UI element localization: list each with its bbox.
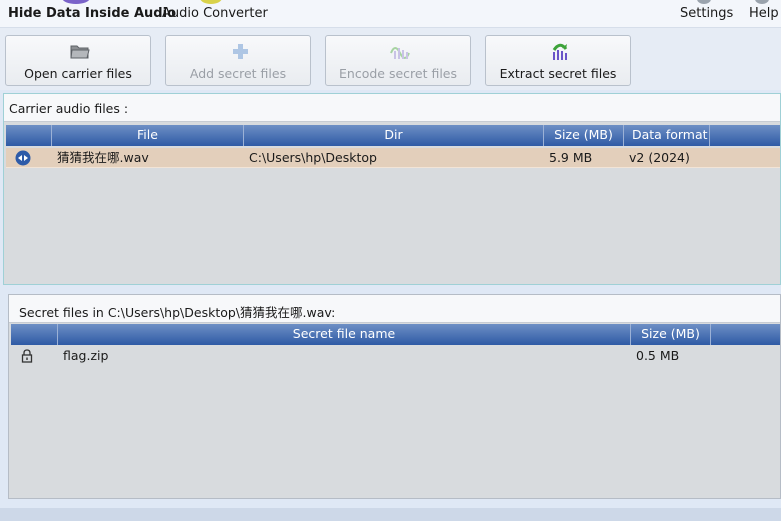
carrier-icon-column-header — [6, 125, 52, 146]
carrier-files-panel: Carrier audio files : File Dir Size (MB)… — [3, 93, 781, 285]
add-secret-files-label: Add secret files — [189, 66, 287, 81]
column-header-data-format[interactable]: Data format — [624, 125, 710, 146]
audio-converter-tab[interactable]: Audio Converter — [162, 6, 268, 21]
carrier-file-dir: C:\Users\hp\Desktop — [249, 150, 377, 165]
secret-file-name: flag.zip — [63, 348, 109, 363]
secret-icon-column-header — [11, 324, 58, 345]
secret-files-panel: Secret files in C:\Users\hp\Desktop\猜猜我在… — [8, 294, 781, 499]
help-icon — [755, 0, 769, 4]
settings-button[interactable]: Settings — [680, 6, 733, 21]
encode-secret-files-button[interactable]: Encode secret files — [325, 35, 471, 86]
extract-secret-files-label: Extract secret files — [499, 66, 617, 81]
toolbar: Open carrier files Add secret files Enco… — [0, 28, 781, 90]
open-carrier-files-label: Open carrier files — [24, 66, 132, 81]
add-secret-files-button[interactable]: Add secret files — [165, 35, 311, 86]
secret-file-row[interactable]: flag.zip 0.5 MB — [11, 346, 780, 366]
converter-tab-icon — [200, 0, 222, 4]
secret-grid-header: Secret file name Size (MB) — [11, 324, 780, 345]
open-carrier-files-button[interactable]: Open carrier files — [5, 35, 151, 86]
carrier-file-format: v2 (2024) — [629, 150, 690, 165]
carrier-file-size: 5.9 MB — [549, 150, 593, 165]
status-bar — [0, 508, 781, 521]
column-header-dir[interactable]: Dir — [244, 125, 544, 146]
lock-icon — [21, 349, 33, 363]
settings-icon — [697, 0, 711, 4]
column-header-secret-file-name[interactable]: Secret file name — [58, 324, 631, 345]
secret-file-size: 0.5 MB — [636, 348, 680, 363]
audio-wave-arrow-icon — [552, 43, 568, 60]
column-header-secret-size[interactable]: Size (MB) — [631, 324, 711, 345]
column-header-size[interactable]: Size (MB) — [544, 125, 624, 146]
ribbon-tab-bar: Hide Data Inside Audio Audio Converter S… — [0, 0, 781, 28]
audio-file-icon — [15, 150, 31, 166]
carrier-grid-header: File Dir Size (MB) Data format — [6, 125, 780, 146]
audio-wave-icon — [390, 47, 410, 59]
encode-secret-files-label: Encode secret files — [339, 66, 457, 81]
carrier-file-name: 猜猜我在哪.wav — [57, 150, 149, 165]
plus-icon — [233, 44, 248, 59]
carrier-file-row[interactable]: 猜猜我在哪.wav C:\Users\hp\Desktop 5.9 MB v2 … — [6, 148, 780, 168]
extract-secret-files-button[interactable]: Extract secret files — [485, 35, 631, 86]
carrier-files-header: Carrier audio files : — [4, 94, 780, 122]
app-title-tab[interactable]: Hide Data Inside Audio — [8, 6, 176, 21]
secret-files-header: Secret files in C:\Users\hp\Desktop\猜猜我在… — [9, 295, 780, 323]
app-logo-icon — [62, 0, 90, 4]
folder-icon — [70, 45, 90, 59]
help-button[interactable]: Help — [749, 6, 779, 21]
column-header-file[interactable]: File — [52, 125, 244, 146]
